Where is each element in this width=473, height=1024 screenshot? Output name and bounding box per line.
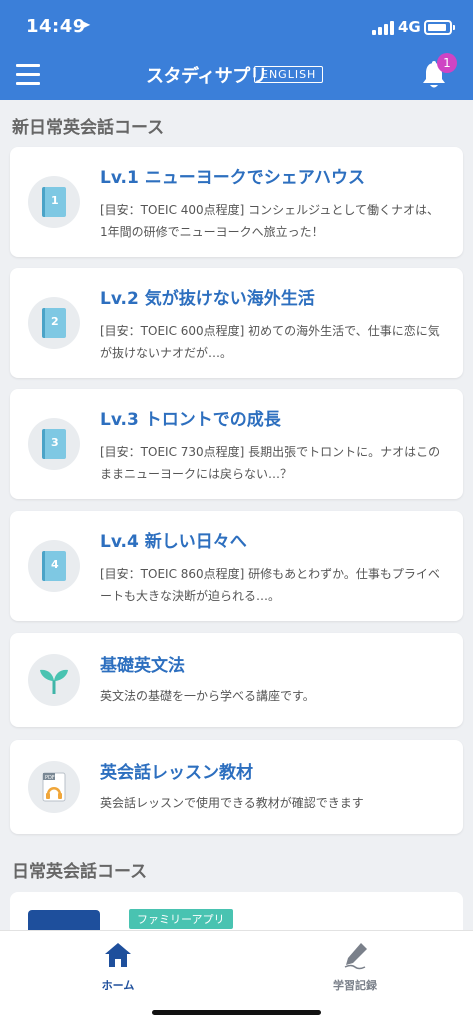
tab-label: ホーム [101, 979, 135, 992]
sprout-icon [28, 654, 80, 706]
course-card-lv4[interactable]: 4 Lv.4 新しい日々へ [目安：TOEIC 860点程度] 研修もあとわずか… [10, 511, 463, 621]
svg-text:PDF: PDF [45, 775, 55, 781]
brand-tag: ENGLISH [254, 66, 324, 83]
book-4-icon: 4 [28, 540, 80, 592]
course-card-lv2[interactable]: 2 Lv.2 気が抜けない海外生活 [目安：TOEIC 600点程度] 初めての… [10, 268, 463, 378]
notification-badge: 1 [437, 53, 457, 73]
brand-logo: スタディサプリ [146, 66, 268, 87]
location-arrow-icon: ➤ [80, 18, 91, 33]
tab-home[interactable]: ホーム [58, 937, 178, 993]
course-description: 英文法の基礎を一から学べる講座です。 [100, 689, 315, 703]
course-card-grammar[interactable]: 基礎英文法 英文法の基礎を一から学べる講座です。 [10, 633, 463, 727]
course-card-lv3[interactable]: 3 Lv.3 トロントでの成長 [目安：TOEIC 730点程度] 長期出張でト… [10, 389, 463, 499]
home-indicator [152, 1010, 321, 1015]
pen-icon [341, 940, 371, 974]
home-icon [103, 940, 133, 974]
book-1-icon: 1 [28, 176, 80, 228]
course-title: 英会話レッスン教材 [100, 763, 253, 783]
course-title: Lv.4 新しい日々へ [100, 532, 247, 552]
status-time: 14:49 [26, 16, 86, 37]
tab-study-record[interactable]: 学習記録 [295, 937, 415, 993]
course-description: [目安：TOEIC 400点程度] コンシェルジュとして働くナオは、1年間の研修… [100, 203, 439, 239]
book-3-icon: 3 [28, 418, 80, 470]
app-header: 14:49 ➤ 4G スタディサプリ ENGLISH 1 [0, 0, 473, 100]
section-title-new-daily: 新日常英会話コース [12, 118, 165, 138]
course-title: 基礎英文法 [100, 656, 185, 676]
course-title: Lv.1 ニューヨークでシェアハウス [100, 168, 366, 188]
pdf-headphones-icon: PDF [28, 761, 80, 813]
course-card-lv1[interactable]: 1 Lv.1 ニューヨークでシェアハウス [目安：TOEIC 400点程度] コ… [10, 147, 463, 257]
course-title: Lv.2 気が抜けない海外生活 [100, 289, 315, 309]
course-card-lesson-materials[interactable]: PDF 英会話レッスン教材 英会話レッスンで使用できる教材が確認できます [10, 740, 463, 834]
battery-icon [424, 20, 455, 35]
section-title-daily: 日常英会話コース [12, 862, 148, 882]
tab-label: 学習記録 [333, 979, 377, 992]
course-description: [目安：TOEIC 860点程度] 研修もあとわずか。仕事もプライベートも大きな… [100, 567, 440, 603]
course-description: [目安：TOEIC 600点程度] 初めての海外生活で、仕事に恋に気が抜けないナ… [100, 324, 440, 360]
status-bar: 14:49 ➤ 4G [0, 0, 473, 52]
course-description: 英会話レッスンで使用できる教材が確認できます [100, 796, 364, 810]
course-description: [目安：TOEIC 730点程度] 長期出張でトロントに。ナオはこのままニューヨ… [100, 445, 441, 481]
signal-icon [372, 21, 394, 35]
course-title: Lv.3 トロントでの成長 [100, 410, 281, 430]
network-label: 4G [398, 18, 421, 36]
family-app-tag: ファミリーアプリ [129, 909, 233, 929]
menu-icon[interactable] [16, 64, 40, 86]
book-2-icon: 2 [28, 297, 80, 349]
